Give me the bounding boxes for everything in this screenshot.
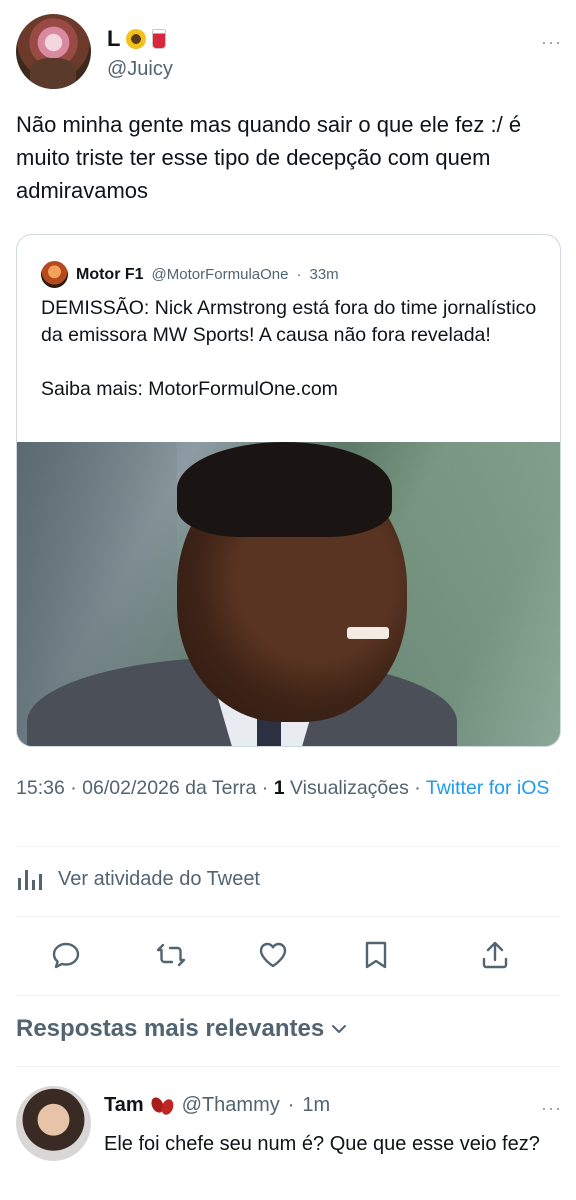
reply-author-avatar[interactable] (16, 1086, 91, 1161)
quoted-author-handle: @MotorFormulaOne (151, 266, 289, 283)
views-label: Visualizações (289, 777, 409, 799)
reply-separator: · (287, 1094, 295, 1116)
quoted-time: 33m (309, 266, 339, 283)
reply-time: 1m (302, 1094, 331, 1116)
share-button[interactable] (479, 939, 511, 971)
author-name-line[interactable]: L (107, 26, 167, 52)
retweet-button[interactable] (155, 939, 187, 971)
views-count: 1 (273, 777, 285, 799)
author-avatar[interactable] (16, 14, 91, 89)
bar-chart-icon (18, 870, 42, 890)
quoted-tweet-header: Motor F1 @MotorFormulaOne · 33m (41, 261, 339, 288)
photo-smile (347, 627, 389, 639)
photo-hair (177, 442, 392, 537)
quoted-tweet-card[interactable]: Motor F1 @MotorFormulaOne · 33m DEMISSÃO… (16, 234, 561, 747)
divider (16, 916, 561, 917)
tweet-activity-label: Ver atividade do Tweet (58, 867, 260, 890)
divider (16, 846, 561, 847)
reply-more-options-icon[interactable]: ··· (541, 1098, 562, 1119)
replies-section-title: Respostas mais relevantes (16, 1015, 325, 1042)
like-button[interactable] (257, 939, 289, 971)
reply-header: Tam @Thammy · 1m (104, 1094, 330, 1117)
replies-sort-dropdown[interactable]: Respostas mais relevantes (16, 1015, 348, 1043)
divider (16, 1066, 561, 1067)
chevron-down-icon (332, 1025, 347, 1033)
quoted-author-avatar (41, 261, 68, 288)
beans-emoji-icon (152, 1097, 174, 1115)
bookmark-icon (365, 941, 387, 969)
tweet-source-link[interactable]: Twitter for iOS (426, 777, 550, 799)
tweet-date[interactable]: 06/02/2026 da Terra (82, 777, 256, 799)
quoted-author-name: Motor F1 (76, 265, 144, 283)
tweet-activity-link[interactable]: Ver atividade do Tweet (16, 866, 260, 892)
bookmark-button[interactable] (360, 939, 392, 971)
tweet-meta: 15:36 · 06/02/2026 da Terra · 1 Visualiz… (16, 777, 550, 799)
tweet-text: Não minha gente mas quando sair o que el… (16, 112, 522, 203)
share-icon (482, 941, 508, 969)
sunflower-emoji-icon (126, 29, 147, 49)
reply-text: Ele foi chefe seu num é? Que que esse ve… (104, 1133, 540, 1155)
quoted-tweet-photo[interactable] (17, 442, 560, 746)
reply-icon (52, 942, 80, 969)
tweet-header: L @Juicy ··· (16, 14, 562, 94)
retweet-icon (156, 943, 186, 967)
tweet-time[interactable]: 15:36 (16, 777, 65, 799)
author-handle[interactable]: @Juicy (107, 58, 173, 81)
quoted-tweet-text: DEMISSÃO: Nick Armstrong está fora do ti… (41, 297, 537, 400)
reply-author-name[interactable]: Tam (104, 1094, 144, 1117)
reply-button[interactable] (50, 939, 82, 971)
divider (16, 995, 561, 996)
like-icon (259, 942, 287, 968)
cup-emoji-icon (152, 29, 167, 49)
tweet-action-bar (16, 935, 561, 979)
author-name[interactable]: L (107, 26, 120, 52)
more-options-icon[interactable]: ··· (541, 32, 562, 53)
reply-tweet[interactable]: Tam @Thammy · 1m ··· Ele foi chefe seu n… (16, 1086, 562, 1200)
quoted-separator: · (296, 266, 302, 283)
reply-author-handle[interactable]: @Thammy (182, 1094, 280, 1117)
